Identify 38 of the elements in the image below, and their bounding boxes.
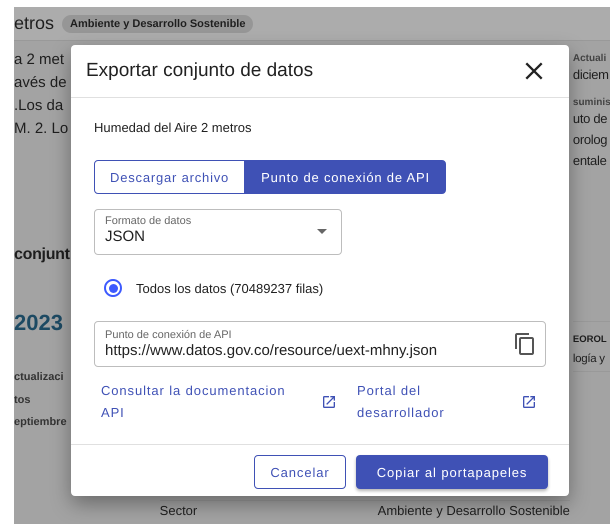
link[interactable]: Portal del desarrollador xyxy=(357,380,467,424)
cancel-button[interactable]: Cancelar xyxy=(254,455,346,489)
row-label: Sector xyxy=(160,503,198,518)
info-label: Actuali xyxy=(572,53,608,64)
description-text: a 2 met xyxy=(14,50,66,70)
metadata-text: ctualizaci xyxy=(14,370,65,385)
description-text: avés de xyxy=(14,73,68,93)
dataset-name: Humedad del Aire 2 metros xyxy=(94,120,253,135)
table-cell: EOROL xyxy=(572,321,610,345)
page-title: etros xyxy=(14,13,54,34)
info-label: suminis xyxy=(572,97,610,108)
info-value: diciem xyxy=(572,66,610,84)
dropdown-caret-icon xyxy=(317,229,327,234)
metadata-text: eptiembre xyxy=(14,415,68,430)
copy-icon[interactable] xyxy=(515,333,535,355)
table-cell: logía y xyxy=(572,353,610,372)
external-link-icon[interactable] xyxy=(321,394,337,410)
dialog-title: Exportar conjunto de datos xyxy=(86,60,314,82)
category-tag: Ambiente y Desarrollo Sostenible xyxy=(62,14,254,32)
close-button[interactable] xyxy=(525,62,543,80)
link[interactable]: Consultar la documentacion API xyxy=(101,380,301,424)
metadata-text: tos xyxy=(14,392,32,408)
info-value: entale xyxy=(572,152,608,170)
tab[interactable]: Punto de conexión de API xyxy=(245,160,446,194)
endpoint-field[interactable]: Punto de conexión de API https://www.datos.gov.co/resource/uext-mhny.json xyxy=(94,321,546,367)
tab[interactable]: Descargar archivo xyxy=(94,160,246,194)
info-value: uto de xyxy=(572,110,608,128)
external-link-icon[interactable] xyxy=(521,394,537,410)
copy-button[interactable]: Copiar al portapapeles xyxy=(356,455,548,489)
option-label: Todos los datos (70489237 filas) xyxy=(136,280,324,296)
description-text: M. 2. Lo xyxy=(14,119,70,139)
radio-button[interactable] xyxy=(104,279,122,297)
section-heading: conjunt xyxy=(14,246,70,264)
format-select[interactable]: Formato de datos JSON xyxy=(94,209,342,255)
year-text: 2023 xyxy=(14,310,64,336)
description-text: .Los da xyxy=(14,96,64,116)
info-value: orolog xyxy=(572,131,608,149)
row-value: Ambiente y Desarrollo Sostenible xyxy=(378,503,570,518)
